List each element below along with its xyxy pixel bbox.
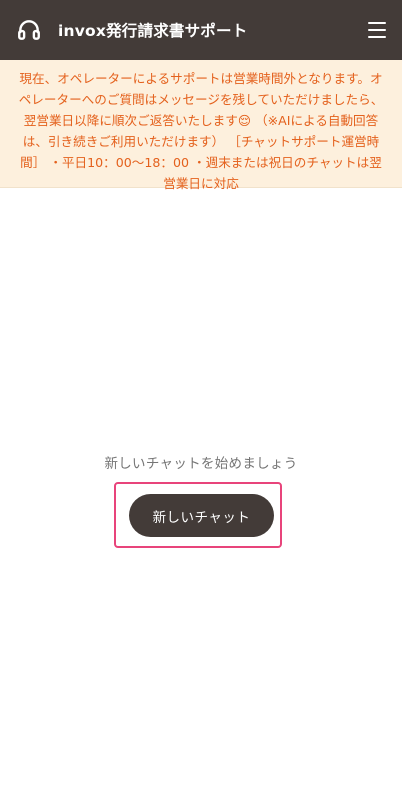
chat-widget: invox発行請求書サポート 現在、オペレーターによるサポートは営業時間外となり… xyxy=(0,0,402,800)
notice-text: 現在、オペレーターによるサポートは営業時間外となります。オペレーターへのご質問は… xyxy=(18,71,384,191)
out-of-hours-notice: 現在、オペレーターによるサポートは営業時間外となります。オペレーターへのご質問は… xyxy=(0,60,402,191)
empty-state-message: 新しいチャットを始めましょう xyxy=(104,456,298,472)
hamburger-menu-icon[interactable] xyxy=(366,19,388,41)
new-chat-button[interactable]: 新しいチャット xyxy=(129,494,274,537)
empty-state: 新しいチャットを始めましょう xyxy=(0,452,402,472)
chat-header: invox発行請求書サポート xyxy=(0,0,402,60)
headset-icon xyxy=(16,17,42,43)
header-title: invox発行請求書サポート xyxy=(58,22,248,40)
